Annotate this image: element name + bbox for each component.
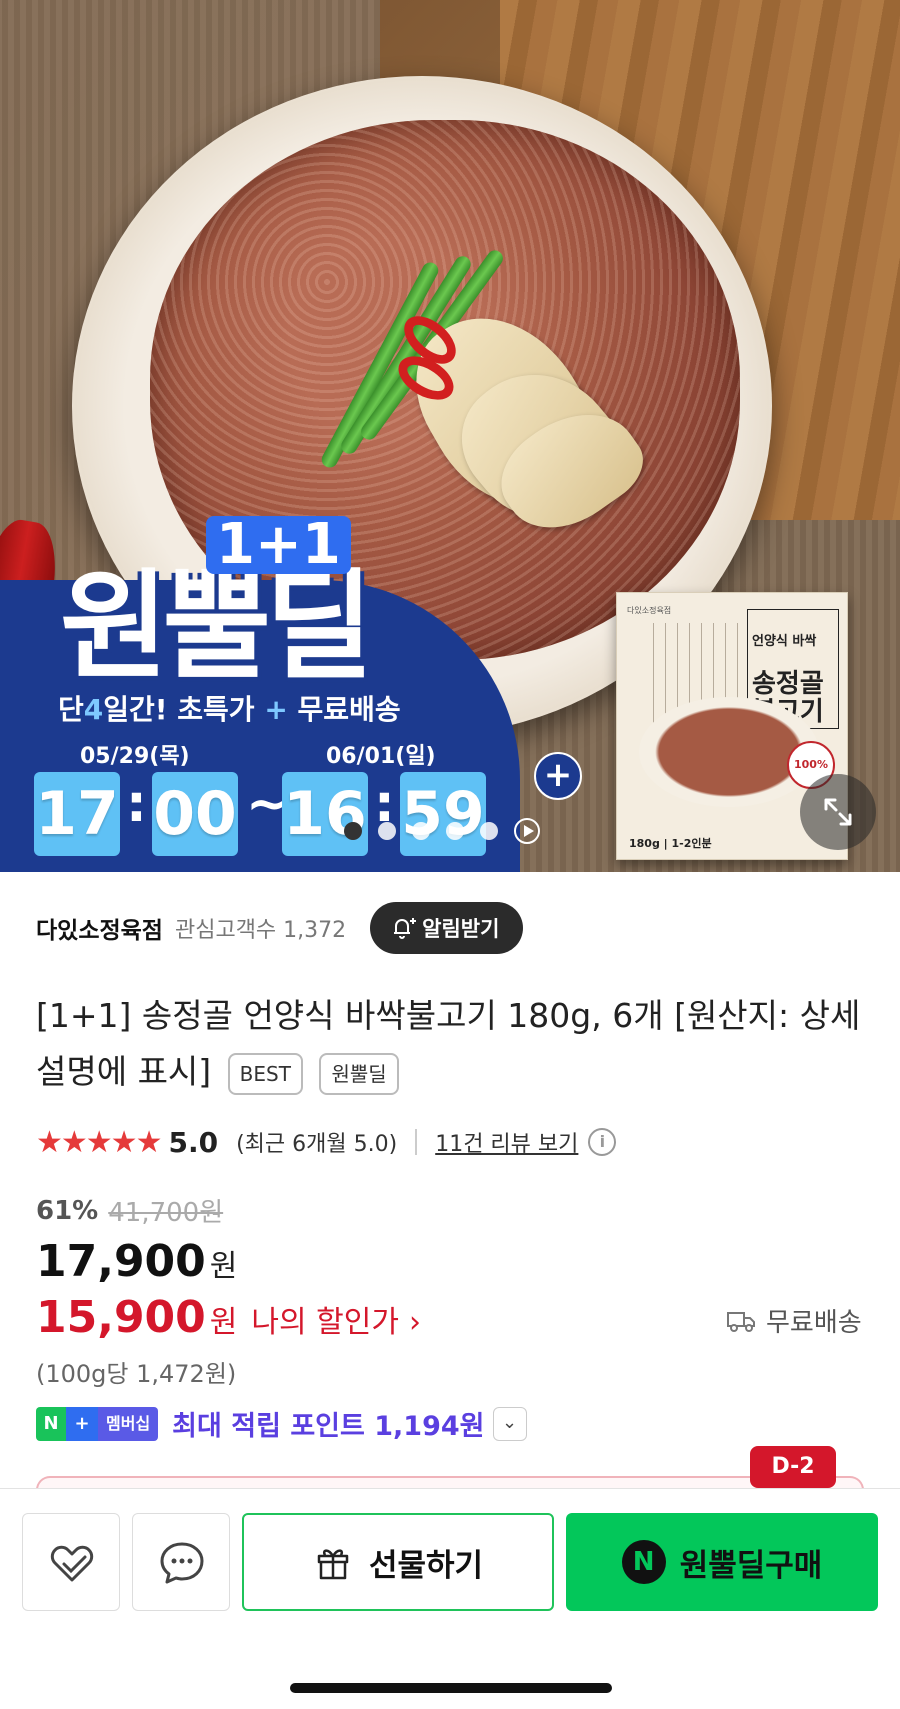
points-text: 최대 적립 포인트 1,194원: [172, 1411, 485, 1442]
membership-label: 멤버십: [98, 1406, 159, 1441]
promo-start-hour: 17: [34, 772, 120, 856]
discount-percent: 61%: [36, 1195, 99, 1226]
unit-price: (100g당 1,472원): [36, 1360, 237, 1388]
promo-subtitle-part: 무료배송: [287, 693, 401, 726]
promo-subtitle-days: 4: [83, 693, 104, 726]
currency-label: 원: [209, 1305, 238, 1340]
carousel-indicator: [344, 818, 540, 844]
chat-bubble-icon: [160, 1542, 204, 1584]
notify-button[interactable]: 알림받기: [370, 902, 524, 954]
buy-label: 원뿔딜구매: [679, 1547, 823, 1584]
divider: [415, 1129, 418, 1155]
info-icon[interactable]: i: [588, 1128, 617, 1156]
promo-subtitle-plus: +: [264, 693, 288, 726]
points-row[interactable]: N + 멤버십 최대 적립 포인트 1,194원 ⌄: [36, 1404, 527, 1443]
truck-icon: [727, 1311, 755, 1332]
my-price: 15,900: [36, 1292, 206, 1343]
promo-start-date: 05/29(목): [80, 744, 190, 769]
currency-label: 원: [209, 1249, 238, 1284]
gift-label: 선물하기: [368, 1547, 484, 1584]
shipping-info: 무료배송: [726, 1302, 862, 1339]
naver-plus-membership-badge: N + 멤버십: [36, 1406, 159, 1441]
carousel-dot[interactable]: [412, 822, 430, 840]
my-price-row[interactable]: 15,900 원 나의 할인가 ›: [36, 1292, 421, 1343]
shipping-label: 무료배송: [766, 1308, 862, 1338]
naver-n-icon: N: [36, 1406, 66, 1441]
promo-time-sep: :: [126, 774, 147, 834]
promo-oneplus: 1+1: [206, 516, 351, 574]
carousel-dot[interactable]: [480, 822, 498, 840]
play-icon[interactable]: [514, 818, 540, 844]
rating-score: 5.0: [168, 1125, 219, 1159]
product-title: [1+1] 송정골 언양식 바싹불고기 180g, 6개 [원산지: 상세설명에…: [36, 988, 866, 1100]
chevron-down-icon[interactable]: ⌄: [492, 1406, 527, 1441]
promo-subtitle-part: 일간! 초특가: [103, 693, 265, 726]
package-brand: 다있소정육점: [627, 606, 672, 615]
chevron-right-icon: ›: [408, 1305, 421, 1340]
bottom-action-bar: 선물하기 N 원뿔딜구매: [0, 1488, 900, 1709]
carousel-dot[interactable]: [344, 822, 362, 840]
tag-onedeal: 원뿔딜: [319, 1052, 399, 1095]
plus-icon: +: [66, 1406, 98, 1441]
wishlist-button[interactable]: [22, 1513, 120, 1611]
carousel-dot[interactable]: [446, 822, 464, 840]
rating-row: ★★★★★ 5.0 (최근 6개월 5.0) 11건 리뷰 보기 i: [36, 1122, 617, 1162]
buy-button[interactable]: N 원뿔딜구매: [566, 1513, 878, 1611]
bell-plus-icon: [394, 918, 417, 939]
discount-row: 61% 41,700원: [36, 1192, 223, 1229]
rating-recent: (최근 6개월 5.0): [236, 1132, 398, 1157]
notify-label: 알림받기: [422, 917, 500, 941]
gift-button[interactable]: 선물하기: [242, 1513, 554, 1611]
promo-subtitle-part: 단: [58, 693, 84, 726]
star-rating-icon: ★★★★★: [36, 1124, 162, 1160]
store-row: 다있소정육점 관심고객수 1,372 알림받기: [36, 902, 866, 954]
sale-price-row: 17,900 원: [36, 1236, 237, 1287]
expand-icon: [824, 798, 852, 826]
store-name[interactable]: 다있소정육점: [36, 911, 163, 945]
talk-button[interactable]: [132, 1513, 230, 1611]
my-price-label: 나의 할인가: [251, 1305, 399, 1340]
promo-subtitle: 단4일간! 초특가 + 무료배송: [58, 688, 401, 728]
plus-icon: +: [534, 752, 582, 800]
carousel-dot[interactable]: [378, 822, 396, 840]
naver-n-icon: N: [621, 1540, 666, 1584]
tag-best: BEST: [227, 1052, 303, 1095]
promo-end-date: 06/01(일): [326, 744, 436, 769]
review-link[interactable]: 11건 리뷰 보기: [435, 1126, 578, 1158]
sale-price: 17,900: [36, 1236, 206, 1287]
store-fans-count: 관심고객수 1,372: [174, 918, 347, 943]
gift-icon: [317, 1549, 349, 1580]
dday-badge: D-2: [750, 1446, 836, 1488]
product-image-carousel[interactable]: 원뿔딜 1+1 단4일간! 초특가 + 무료배송 05/29(목) 06/01(…: [0, 0, 900, 872]
original-price: 41,700원: [108, 1198, 224, 1228]
package-weight: 180g | 1-2인분: [629, 837, 712, 850]
home-indicator: [290, 1683, 612, 1693]
package-title-small: 언양식 바싹: [752, 634, 817, 649]
promo-start-min: 00: [152, 772, 238, 856]
heart-check-icon: [50, 1545, 94, 1582]
expand-image-button[interactable]: [800, 774, 876, 850]
product-title-text: [1+1] 송정골 언양식 바싹불고기 180g, 6개 [원산지: 상세설명에…: [36, 996, 861, 1091]
